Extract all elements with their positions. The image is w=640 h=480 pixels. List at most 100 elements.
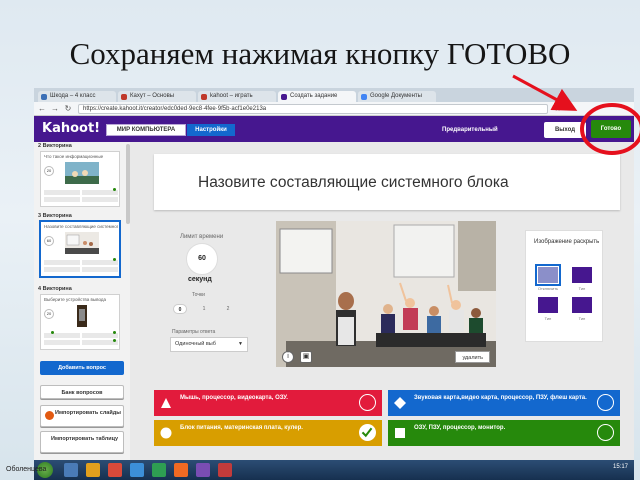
diamond-icon (394, 397, 406, 409)
answer-green[interactable]: ОЗУ, ПЗУ, процессор, монитор. (388, 420, 620, 446)
time-limit-dial[interactable]: 60 (186, 243, 218, 275)
correct-toggle[interactable] (597, 424, 614, 441)
slide-card-title: Назовите составляющие системного (44, 224, 118, 229)
back-icon[interactable]: ← (37, 104, 47, 114)
question-box[interactable]: Назовите составляющие системного блока (154, 154, 620, 210)
reveal-option[interactable] (538, 297, 558, 313)
correct-dot (51, 331, 54, 334)
browser-tab[interactable]: Google Документы (358, 91, 436, 102)
slide-card-title: Выберите устройства вывода (44, 297, 106, 302)
taskbar-app-icon[interactable] (196, 463, 210, 477)
slide-answers (44, 260, 118, 265)
answer-red[interactable]: Мышь, процессор, видеокарта, ОЗУ. (154, 390, 382, 416)
correct-toggle[interactable] (359, 394, 376, 411)
question-bank-button[interactable]: Банк вопросов (40, 385, 124, 399)
media-crop-icon[interactable]: ▣ (300, 351, 312, 363)
slide-label: 4 Викторина (38, 286, 72, 292)
image-reveal-panel: Изображение раскрыть Отключить Тип Тип Т… (525, 230, 603, 342)
answer-type-select[interactable]: Одиночный выб ▼ (170, 337, 248, 352)
slide-label: 3 Викторина (38, 213, 72, 219)
taskbar-app-icon[interactable] (152, 463, 166, 477)
square-icon (395, 428, 405, 438)
question-text[interactable]: Назовите составляющие системного блока (198, 174, 509, 192)
media-info-icon[interactable]: i (282, 351, 294, 363)
answer-text[interactable]: ОЗУ, ПЗУ, процессор, монитор. (414, 425, 594, 432)
answer-yellow[interactable]: Блок питания, материнская плата, кулер. (154, 420, 382, 446)
slide-card[interactable]: Что такое информационные 20 (40, 151, 120, 207)
import-table-button[interactable]: Импортировать таблицу (40, 431, 124, 453)
slide-thumbnail-image (65, 232, 99, 254)
slide-answers (44, 267, 118, 272)
kahoot-logo[interactable]: Kahoot! (42, 121, 100, 136)
slide-card[interactable]: Выберите устройства вывода 20 (40, 294, 120, 350)
correct-toggle-checked[interactable] (359, 424, 376, 441)
points-option[interactable]: 1 (197, 304, 211, 314)
taskbar-app-icon[interactable] (108, 463, 122, 477)
slide-answers (44, 197, 118, 202)
forward-icon[interactable]: → (50, 104, 60, 114)
slide-answers (44, 190, 118, 195)
taskbar-app-icon[interactable] (218, 463, 232, 477)
add-question-button[interactable]: Добавить вопрос (40, 361, 124, 375)
question-editor: Назовите составляющие системного блока Л… (130, 142, 634, 460)
triangle-icon (161, 398, 171, 408)
windows-taskbar: 15:17 (34, 460, 634, 480)
slide-time: 60 (44, 236, 54, 246)
correct-dot (113, 339, 116, 342)
slide-answers (44, 340, 118, 345)
answer-text[interactable]: Звуковая карта,видео карта, процессор, П… (414, 395, 594, 402)
settings-button[interactable]: Настройки (187, 124, 235, 136)
points-option[interactable]: 2 (221, 304, 235, 314)
reload-icon[interactable]: ↻ (63, 104, 73, 114)
slide-time: 20 (44, 166, 54, 176)
circle-icon (160, 427, 172, 439)
browser-tabbar: Шкода – 4 класс Кахут – Основы kahoot – … (34, 88, 634, 102)
done-button[interactable]: Готово (591, 120, 631, 138)
question-media[interactable]: i ▣ удалить (276, 221, 496, 367)
preview-button[interactable]: Предварительный (442, 125, 498, 135)
points-option[interactable]: 0 (173, 304, 187, 314)
browser-tab[interactable]: Кахут – Основы (118, 91, 196, 102)
slide-label: 2 Викторина (38, 143, 72, 149)
slide-time: 20 (44, 309, 54, 319)
media-delete-button[interactable]: удалить (455, 351, 490, 363)
bookmark-star-icon[interactable]: ☆ (554, 104, 561, 114)
kahoot-header: Kahoot! МИР КОМПЬЮТЕРА Настройки Предвар… (34, 116, 634, 142)
browser-tab[interactable]: Шкода – 4 класс (38, 91, 116, 102)
exit-button[interactable]: Выход (544, 122, 586, 138)
browser-tab[interactable]: kahoot – играть (198, 91, 276, 102)
taskbar-app-icon[interactable] (174, 463, 188, 477)
import-slides-label: Импортировать слайды (55, 410, 121, 416)
kahoot-title-field[interactable]: МИР КОМПЬЮТЕРА (106, 124, 186, 136)
taskbar-clock: 15:17 (612, 464, 628, 470)
taskbar-app-icon[interactable] (86, 463, 100, 477)
answer-type-value: Одиночный выб (175, 341, 216, 347)
classroom-photo (276, 221, 496, 367)
url-field[interactable]: https://create.kahoot.it/creator/edc0ded… (78, 104, 548, 114)
image-reveal-title: Изображение раскрыть (534, 239, 600, 245)
browser-tab-active[interactable]: Создать задание (278, 91, 356, 102)
correct-dot (113, 188, 116, 191)
slide-card-title: Что такое информационные (44, 154, 104, 159)
reveal-option[interactable] (572, 267, 592, 283)
import-slides-button[interactable]: Импортировать слайды (40, 405, 124, 427)
reveal-option[interactable] (572, 297, 592, 313)
browser-screenshot: Шкода – 4 класс Кахут – Основы kahoot – … (34, 88, 634, 460)
slide-card-selected[interactable]: Назовите составляющие системного 60 (40, 221, 120, 277)
time-limit-label: Лимит времени (180, 234, 224, 240)
author-credit: Оболенцева (6, 466, 47, 473)
slide-thumbnail-image (77, 305, 87, 327)
correct-toggle[interactable] (597, 394, 614, 411)
answer-text[interactable]: Блок питания, материнская плата, кулер. (180, 425, 360, 432)
reveal-option-label: Тип (544, 316, 552, 321)
chevron-down-icon: ▼ (238, 341, 243, 347)
reveal-option-label: Тип (578, 286, 586, 291)
slide-thumbnail-image (65, 162, 99, 184)
reveal-option-label: Отключить (537, 286, 559, 291)
taskbar-app-icon[interactable] (64, 463, 78, 477)
taskbar-app-icon[interactable] (130, 463, 144, 477)
reveal-option-off[interactable] (535, 264, 561, 286)
answer-blue[interactable]: Звуковая карта,видео карта, процессор, П… (388, 390, 620, 416)
answer-text[interactable]: Мышь, процессор, видеокарта, ОЗУ. (180, 395, 360, 402)
question-sidebar: 2 Викторина Что такое информационные 20 … (34, 142, 130, 460)
